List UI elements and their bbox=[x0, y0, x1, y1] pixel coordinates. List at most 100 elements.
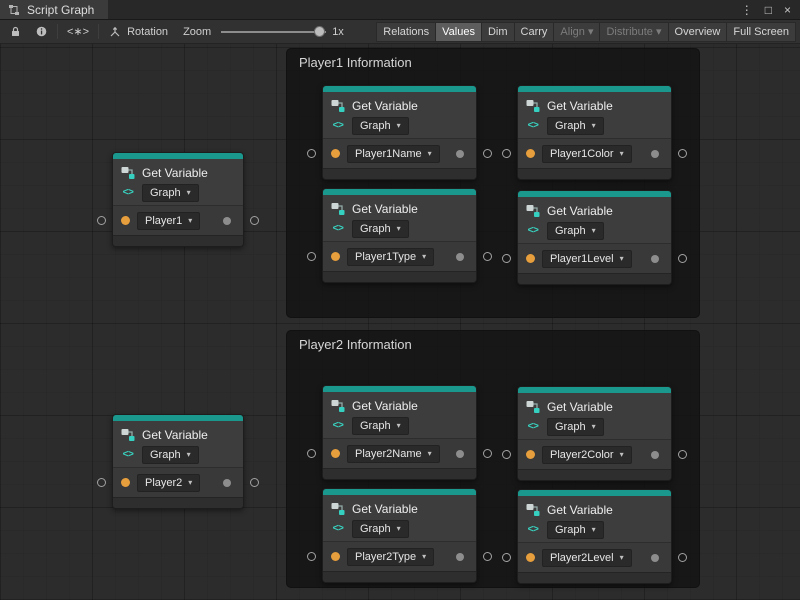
fit-view-button[interactable]: <∗> bbox=[62, 22, 94, 42]
window-maximize-icon[interactable]: □ bbox=[765, 4, 772, 16]
variable-name-dropdown[interactable]: Player1Type ▾ bbox=[347, 248, 434, 266]
variable-name-dropdown[interactable]: Player1Color ▾ bbox=[542, 145, 632, 163]
variable-input-port[interactable] bbox=[331, 449, 340, 458]
input-port-ring[interactable] bbox=[307, 449, 316, 458]
value-output-dot[interactable] bbox=[456, 450, 464, 458]
dim-toggle[interactable]: Dim bbox=[482, 22, 515, 42]
get-variable-node[interactable]: Get Variable <> Graph ▾ Player2Level ▾ bbox=[517, 489, 672, 584]
full-screen-button[interactable]: Full Screen bbox=[727, 22, 796, 42]
output-port-ring[interactable] bbox=[250, 478, 259, 487]
output-port-ring[interactable] bbox=[483, 252, 492, 261]
variable-input-port[interactable] bbox=[331, 552, 340, 561]
graph-dropdown-label: Graph bbox=[555, 120, 586, 132]
get-variable-node[interactable]: Get Variable <> Graph ▾ Player1Type ▾ bbox=[322, 188, 477, 283]
variable-input-port[interactable] bbox=[121, 216, 130, 225]
graph-dropdown[interactable]: Graph ▾ bbox=[547, 222, 604, 240]
graph-dropdown[interactable]: Graph ▾ bbox=[142, 184, 199, 202]
window-close-icon[interactable]: × bbox=[784, 4, 791, 16]
graph-code-icon: <> bbox=[121, 449, 135, 460]
lock-icon bbox=[8, 26, 22, 37]
lock-button[interactable] bbox=[3, 22, 27, 42]
get-variable-node[interactable]: Get Variable <> Graph ▾ Player2Type ▾ bbox=[322, 488, 477, 583]
get-variable-node[interactable]: Get Variable <> Graph ▾ Player2Color ▾ bbox=[517, 386, 672, 481]
variable-name-dropdown[interactable]: Player2 ▾ bbox=[137, 474, 200, 492]
graph-dropdown[interactable]: Graph ▾ bbox=[547, 117, 604, 135]
input-port-ring[interactable] bbox=[502, 149, 511, 158]
input-port-ring[interactable] bbox=[97, 216, 106, 225]
carry-toggle[interactable]: Carry bbox=[515, 22, 555, 42]
values-toggle[interactable]: Values bbox=[436, 22, 482, 42]
caret-down-icon: ▾ bbox=[428, 150, 432, 158]
graph-dropdown[interactable]: Graph ▾ bbox=[142, 446, 199, 464]
input-port-ring[interactable] bbox=[307, 149, 316, 158]
variable-name-dropdown[interactable]: Player1Name ▾ bbox=[347, 145, 440, 163]
zoom-slider-handle[interactable] bbox=[314, 26, 325, 37]
window-menu-icon[interactable]: ⋮ bbox=[741, 4, 753, 16]
align-dropdown-button[interactable]: Align ▾ bbox=[554, 22, 600, 42]
get-variable-node[interactable]: Get Variable <> Graph ▾ Player1Name ▾ bbox=[322, 85, 477, 180]
input-port-ring[interactable] bbox=[307, 252, 316, 261]
node-footer bbox=[323, 468, 476, 479]
input-port-ring[interactable] bbox=[97, 478, 106, 487]
variable-name-dropdown[interactable]: Player2Level ▾ bbox=[542, 549, 632, 567]
variable-name-dropdown[interactable]: Player1 ▾ bbox=[137, 212, 200, 230]
output-port-ring[interactable] bbox=[678, 553, 687, 562]
variable-input-port[interactable] bbox=[121, 478, 130, 487]
rotation-button[interactable]: Rotation bbox=[103, 22, 173, 42]
output-port-ring[interactable] bbox=[678, 149, 687, 158]
variable-input-port[interactable] bbox=[331, 252, 340, 261]
value-output-dot[interactable] bbox=[223, 217, 231, 225]
output-port-ring[interactable] bbox=[483, 552, 492, 561]
get-variable-node[interactable]: Get Variable <> Graph ▾ Player2 ▾ bbox=[112, 414, 244, 509]
graph-dropdown[interactable]: Graph ▾ bbox=[547, 418, 604, 436]
overview-button[interactable]: Overview bbox=[669, 22, 728, 42]
get-variable-node[interactable]: Get Variable <> Graph ▾ Player1Level ▾ bbox=[517, 190, 672, 285]
variable-name-dropdown[interactable]: Player2Type ▾ bbox=[347, 548, 434, 566]
graph-dropdown[interactable]: Graph ▾ bbox=[352, 520, 409, 538]
output-port-ring[interactable] bbox=[483, 449, 492, 458]
graph-dropdown[interactable]: Graph ▾ bbox=[352, 117, 409, 135]
get-variable-node[interactable]: Get Variable <> Graph ▾ Player1 ▾ bbox=[112, 152, 244, 247]
variable-name-dropdown[interactable]: Player2Name ▾ bbox=[347, 445, 440, 463]
output-port-ring[interactable] bbox=[250, 216, 259, 225]
variable-input-port[interactable] bbox=[526, 450, 535, 459]
value-output-dot[interactable] bbox=[651, 554, 659, 562]
graph-dropdown[interactable]: Graph ▾ bbox=[352, 417, 409, 435]
distribute-dropdown-button[interactable]: Distribute ▾ bbox=[600, 22, 668, 42]
input-port-ring[interactable] bbox=[307, 552, 316, 561]
value-output-dot[interactable] bbox=[456, 553, 464, 561]
value-output-dot[interactable] bbox=[651, 150, 659, 158]
graph-dropdown[interactable]: Graph ▾ bbox=[352, 220, 409, 238]
group-title[interactable]: Player2 Information bbox=[287, 331, 699, 358]
value-output-dot[interactable] bbox=[456, 253, 464, 261]
input-port-ring[interactable] bbox=[502, 553, 511, 562]
value-output-dot[interactable] bbox=[651, 451, 659, 459]
output-port-ring[interactable] bbox=[678, 254, 687, 263]
get-variable-node[interactable]: Get Variable <> Graph ▾ Player1Color ▾ bbox=[517, 85, 672, 180]
variable-input-port[interactable] bbox=[526, 553, 535, 562]
value-output-dot[interactable] bbox=[651, 255, 659, 263]
output-port-ring[interactable] bbox=[483, 149, 492, 158]
group-title[interactable]: Player1 Information bbox=[287, 49, 699, 76]
node-header: Get Variable <> Graph ▾ bbox=[323, 392, 476, 438]
info-button[interactable] bbox=[29, 22, 53, 42]
relations-toggle[interactable]: Relations bbox=[376, 22, 436, 42]
output-port-ring[interactable] bbox=[678, 450, 687, 459]
input-port-ring[interactable] bbox=[502, 450, 511, 459]
value-output-dot[interactable] bbox=[456, 150, 464, 158]
node-footer bbox=[323, 271, 476, 282]
node-title: Get Variable bbox=[142, 166, 208, 180]
variable-input-port[interactable] bbox=[526, 254, 535, 263]
graph-dropdown[interactable]: Graph ▾ bbox=[547, 521, 604, 539]
zoom-slider[interactable] bbox=[221, 22, 326, 42]
tab-script-graph[interactable]: Script Graph bbox=[0, 0, 108, 19]
graph-code-icon: <> bbox=[331, 120, 345, 131]
variable-name-dropdown[interactable]: Player2Color ▾ bbox=[542, 446, 632, 464]
variable-input-port[interactable] bbox=[331, 149, 340, 158]
graph-canvas[interactable]: Player1 Information Player2 Information … bbox=[0, 44, 800, 600]
variable-name-dropdown[interactable]: Player1Level ▾ bbox=[542, 250, 632, 268]
get-variable-node[interactable]: Get Variable <> Graph ▾ Player2Name ▾ bbox=[322, 385, 477, 480]
input-port-ring[interactable] bbox=[502, 254, 511, 263]
variable-input-port[interactable] bbox=[526, 149, 535, 158]
value-output-dot[interactable] bbox=[223, 479, 231, 487]
